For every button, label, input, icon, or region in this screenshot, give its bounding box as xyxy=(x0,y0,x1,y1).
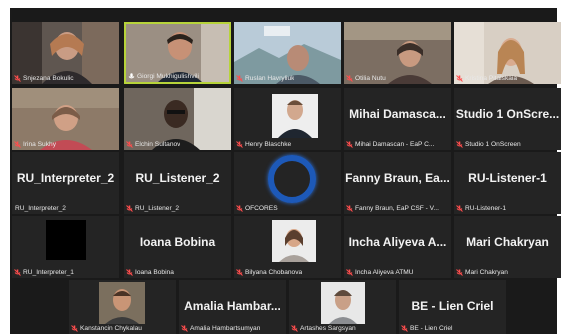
participant-tile[interactable]: Amalia Hambar... Amalia Hambartsumyan xyxy=(179,280,286,334)
participant-tile[interactable]: RU-Listener-1 RU-Listener-1 xyxy=(454,152,561,214)
participant-display-name: Studio 1 OnScre... xyxy=(455,107,560,121)
muted-mic-icon xyxy=(346,205,353,212)
participant-name: Otilia Nutu xyxy=(346,74,386,83)
participant-tile[interactable]: RU_Listener_2 RU_Listener_2 xyxy=(124,152,231,214)
participant-name: Studio 1 OnScreen xyxy=(456,140,521,149)
participant-tile[interactable]: BE - Lien Criel BE - Lien Criel xyxy=(399,280,506,334)
muted-mic-icon xyxy=(346,269,353,276)
participant-name: Artashes Sargsyan xyxy=(291,324,356,333)
participant-tile[interactable]: RU_Interpreter_1 xyxy=(12,216,119,278)
participant-tile[interactable]: Bilyana Chobanova xyxy=(234,216,341,278)
muted-mic-icon xyxy=(236,75,243,82)
profile-logo xyxy=(268,155,316,203)
muted-mic-icon xyxy=(291,325,298,332)
participant-display-name: Fanny Braun, Ea... xyxy=(345,171,450,185)
participant-display-name: Mari Chakryan xyxy=(466,235,549,249)
participant-tile-speaking[interactable]: Giorgi Mukhigulishvili xyxy=(124,22,231,84)
muted-mic-icon xyxy=(181,325,188,332)
muted-mic-icon xyxy=(14,269,21,276)
participant-name: Amalia Hambartsumyan xyxy=(181,324,260,333)
participant-name: Incha Aliyeva ATMU xyxy=(346,268,414,277)
participant-display-name: RU_Interpreter_2 xyxy=(16,171,115,185)
participant-name: Fanny Braun, EaP CSF - V... xyxy=(346,204,439,213)
participant-name: RU_Interpreter_1 xyxy=(14,268,74,277)
participant-tile[interactable]: Irina Sukhy xyxy=(12,88,119,150)
participant-display-name: RU_Listener_2 xyxy=(135,171,220,185)
muted-mic-icon xyxy=(236,205,243,212)
participant-display-name: Amalia Hambar... xyxy=(184,299,281,313)
participant-tile[interactable]: Mari Chakryan Mari Chakryan xyxy=(454,216,561,278)
muted-mic-icon xyxy=(456,269,463,276)
participant-display-name: RU-Listener-1 xyxy=(468,171,547,185)
zoom-window: Snjezana Bokulic Giorgi Mukhigulishvili … xyxy=(0,0,563,334)
participant-name: Kanstancin Chykalau xyxy=(71,324,142,333)
participant-name: RU_Interpreter_2 xyxy=(15,205,66,212)
participant-tile[interactable]: Incha Aliyeva A... Incha Aliyeva ATMU xyxy=(344,216,451,278)
participant-name: OFCORES xyxy=(236,204,278,213)
participant-tile[interactable]: Artashes Sargsyan xyxy=(289,280,396,334)
participant-name: Elchin Sultanov xyxy=(126,140,180,149)
participant-name: Snjezana Bokulic xyxy=(14,74,74,83)
participant-tile[interactable]: Elchin Sultanov xyxy=(124,88,231,150)
participant-tile[interactable]: Otilia Nutu xyxy=(344,22,451,84)
muted-mic-icon xyxy=(401,325,408,332)
participant-tile[interactable]: Mihai Damasca... Mihai Damascan - EaP C.… xyxy=(344,88,451,150)
muted-mic-icon xyxy=(14,75,21,82)
participant-display-name: Mihai Damasca... xyxy=(349,107,446,121)
participant-tile[interactable]: RU_Interpreter_2 RU_Interpreter_2 xyxy=(12,152,119,214)
muted-mic-icon xyxy=(456,141,463,148)
mic-icon xyxy=(128,73,135,80)
muted-mic-icon xyxy=(14,141,21,148)
muted-mic-icon xyxy=(456,75,463,82)
participant-name: Mihai Damascan - EaP C... xyxy=(346,140,434,149)
muted-mic-icon xyxy=(126,269,133,276)
participant-display-name: Ioana Bobina xyxy=(139,235,216,249)
participant-tile[interactable]: Ruslan Havryliuk xyxy=(234,22,341,84)
participant-name: RU-Listener-1 xyxy=(456,204,506,213)
participant-name: Ruslan Havryliuk xyxy=(236,74,294,83)
muted-mic-icon xyxy=(346,141,353,148)
muted-mic-icon xyxy=(236,141,243,148)
participant-name: Bilyana Chobanova xyxy=(236,268,302,277)
participant-name: Henry Blaschke xyxy=(236,140,291,149)
participant-tile[interactable]: Ioana Bobina Ioana Bobina xyxy=(124,216,231,278)
participant-display-name: BE - Lien Criel xyxy=(411,299,494,313)
participant-display-name: Incha Aliyeva A... xyxy=(348,235,447,249)
participant-tile[interactable]: Studio 1 OnScre... Studio 1 OnScreen xyxy=(454,88,561,150)
video-gallery: Snjezana Bokulic Giorgi Mukhigulishvili … xyxy=(10,8,561,334)
participant-tile[interactable]: Kristina Pitalskaia xyxy=(454,22,561,84)
participant-name: Irina Sukhy xyxy=(14,140,56,149)
muted-mic-icon xyxy=(126,205,133,212)
black-video xyxy=(46,220,86,260)
muted-mic-icon xyxy=(346,75,353,82)
participant-name: Ioana Bobina xyxy=(126,268,174,277)
participant-name: BE - Lien Criel xyxy=(401,324,453,333)
muted-mic-icon xyxy=(71,325,78,332)
participant-name: RU_Listener_2 xyxy=(126,204,179,213)
muted-mic-icon xyxy=(236,269,243,276)
participant-tile[interactable]: Henry Blaschke xyxy=(234,88,341,150)
participant-tile[interactable]: OFCORES xyxy=(234,152,341,214)
muted-mic-icon xyxy=(456,205,463,212)
participant-name: Kristina Pitalskaia xyxy=(456,74,517,83)
participant-tile[interactable]: Fanny Braun, Ea... Fanny Braun, EaP CSF … xyxy=(344,152,451,214)
participant-name: Mari Chakryan xyxy=(456,268,508,277)
participant-name: Giorgi Mukhigulishvili xyxy=(128,72,199,81)
participant-tile[interactable]: Snjezana Bokulic xyxy=(12,22,119,84)
participant-tile[interactable]: Kanstancin Chykalau xyxy=(69,280,176,334)
muted-mic-icon xyxy=(126,141,133,148)
